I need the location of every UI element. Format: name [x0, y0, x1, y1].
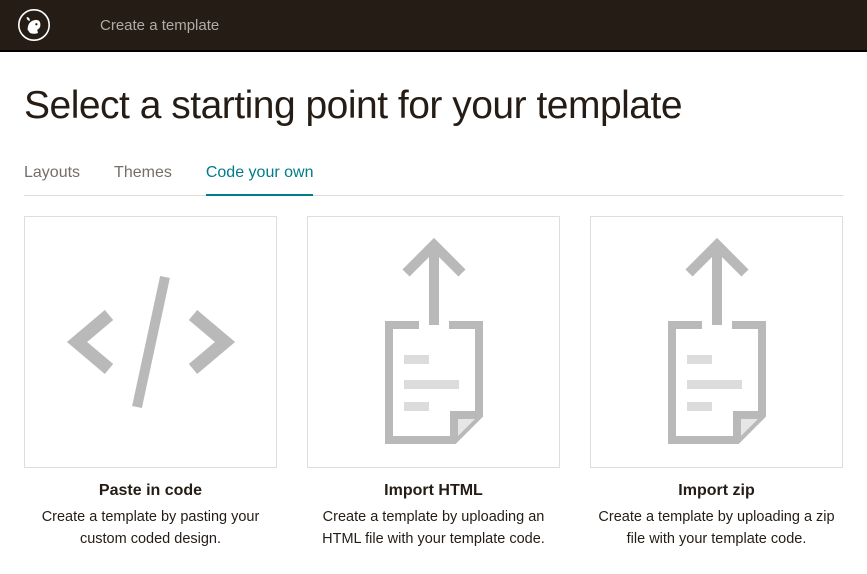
card-title: Paste in code	[99, 482, 202, 500]
card-image	[590, 216, 843, 468]
topbar: Create a template	[0, 0, 867, 52]
main-content: Select a starting point for your templat…	[0, 52, 867, 571]
card-import-zip[interactable]: Import zip Create a template by uploadin…	[590, 216, 843, 551]
card-title: Import HTML	[384, 482, 483, 500]
tab-code-your-own[interactable]: Code your own	[206, 164, 314, 196]
card-desc: Create a template by uploading a zip fil…	[590, 506, 843, 551]
code-icon	[61, 257, 241, 427]
card-image	[307, 216, 560, 468]
page-title: Select a starting point for your templat…	[24, 84, 843, 128]
card-desc: Create a template by uploading an HTML f…	[307, 506, 560, 551]
tab-layouts[interactable]: Layouts	[24, 164, 80, 196]
card-image	[24, 216, 277, 468]
upload-file-icon	[359, 230, 509, 455]
cards-row: Paste in code Create a template by pasti…	[24, 216, 843, 551]
card-desc: Create a template by pasting your custom…	[24, 506, 277, 551]
card-import-html[interactable]: Import HTML Create a template by uploadi…	[307, 216, 560, 551]
tab-themes[interactable]: Themes	[114, 164, 172, 196]
card-title: Import zip	[678, 482, 754, 500]
mailchimp-logo[interactable]	[18, 9, 50, 41]
tabs: Layouts Themes Code your own	[24, 164, 843, 196]
upload-file-icon	[642, 230, 792, 455]
topbar-title: Create a template	[100, 17, 219, 34]
card-paste-in-code[interactable]: Paste in code Create a template by pasti…	[24, 216, 277, 551]
